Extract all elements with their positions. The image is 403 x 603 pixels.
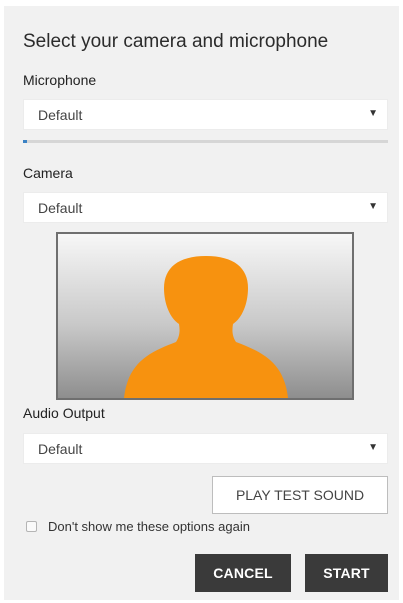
play-test-sound-button[interactable]: PLAY TEST SOUND: [212, 476, 388, 514]
dont-show-again-option[interactable]: Don't show me these options again: [26, 517, 250, 535]
microphone-level-meter: [23, 140, 388, 143]
dropdown-arrow-icon: ▼: [368, 201, 378, 212]
camera-select[interactable]: Default ▼: [23, 192, 388, 223]
camera-label: Camera: [23, 165, 73, 181]
dialog-title: Select your camera and microphone: [23, 31, 329, 52]
start-button[interactable]: START: [305, 554, 388, 592]
person-silhouette-icon: [124, 256, 288, 398]
audio-output-select[interactable]: Default ▼: [23, 433, 388, 464]
dropdown-arrow-icon: ▼: [368, 442, 378, 453]
microphone-label: Microphone: [23, 72, 97, 88]
microphone-selected-value: Default: [38, 107, 83, 123]
camera-selected-value: Default: [38, 200, 83, 216]
dropdown-arrow-icon: ▼: [368, 108, 378, 119]
dont-show-again-checkbox[interactable]: [26, 520, 37, 532]
cancel-button[interactable]: CANCEL: [195, 554, 291, 592]
microphone-level-fill: [23, 140, 27, 143]
audio-output-selected-value: Default: [38, 441, 83, 457]
microphone-select[interactable]: Default ▼: [23, 99, 388, 130]
camera-preview: [56, 232, 354, 400]
audio-output-label: Audio Output: [23, 405, 105, 421]
dont-show-again-label: Don't show me these options again: [48, 518, 250, 534]
camera-microphone-dialog: Select your camera and microphone Microp…: [4, 6, 399, 600]
